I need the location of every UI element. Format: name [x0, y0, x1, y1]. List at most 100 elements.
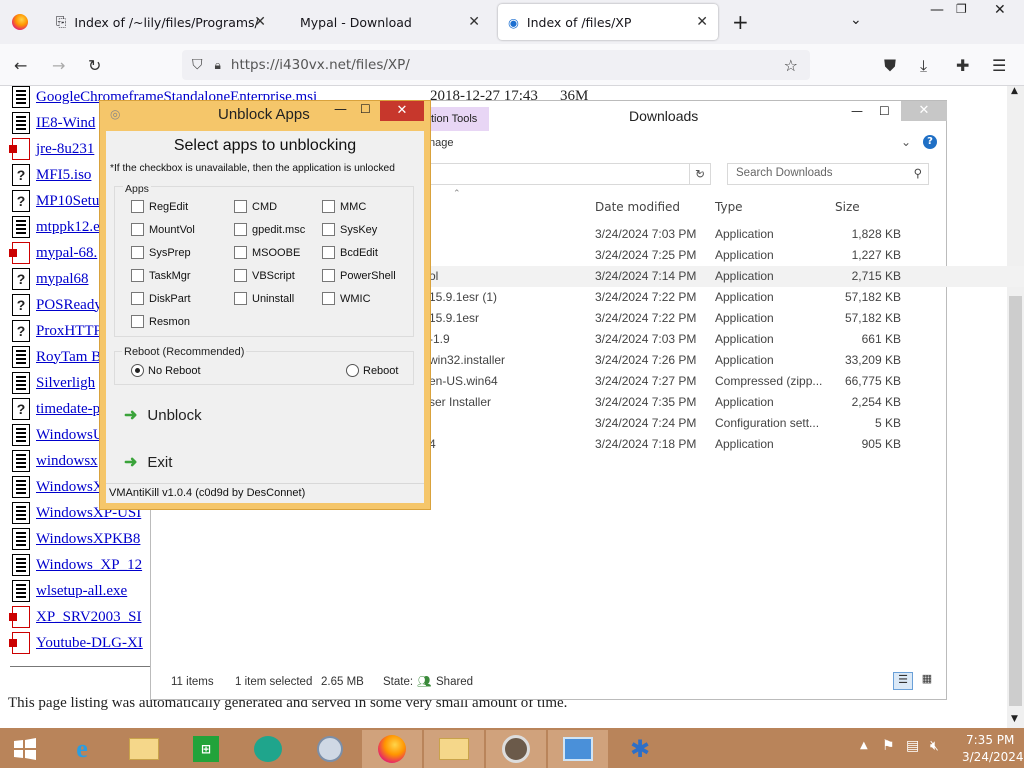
ribbon-expand-chevron-icon[interactable]: ⌄ [901, 135, 911, 149]
file-link[interactable]: ProxHTTP [36, 323, 102, 340]
search-downloads-input[interactable]: Search Downloads ⚲ [727, 163, 929, 185]
close-window-icon[interactable]: ✕ [994, 2, 1006, 18]
url-bar[interactable]: ⛉ 🔒︎ https://i430vx.net/files/XP/ ☆ [182, 50, 810, 80]
downloads-icon[interactable]: ⤓ [920, 56, 927, 76]
firefox-icon[interactable] [12, 14, 28, 30]
file-row[interactable]: win32.installer 3/24/2024 7:26 PM Applicat… [421, 350, 1024, 371]
large-icons-view-icon[interactable]: ▦ [917, 672, 937, 690]
scroll-down-icon[interactable]: ▼ [1011, 714, 1018, 724]
file-link[interactable]: mypal-68. [36, 245, 97, 262]
app-checkbox[interactable]: DiskPart [131, 292, 191, 305]
url-text[interactable]: https://i430vx.net/files/XP/ [231, 57, 410, 73]
clock-time[interactable]: 7:35 PM [966, 733, 1014, 747]
app-checkbox[interactable]: WMIC [322, 292, 371, 305]
minimize-icon[interactable]: — [851, 104, 863, 118]
pocket-icon[interactable]: ⛊ [884, 56, 896, 76]
explorer-taskbar-icon[interactable] [424, 730, 484, 768]
file-row[interactable]: 15.9.1esr (1) 3/24/2024 7:22 PM Applicatio… [421, 287, 1024, 308]
minimize-icon[interactable]: — [334, 102, 347, 117]
network-icon[interactable]: ▤ [906, 738, 919, 754]
file-row[interactable]: 15.9.1esr 3/24/2024 7:22 PM Application 57,… [421, 308, 1024, 329]
app-checkbox[interactable]: SysKey [322, 223, 377, 236]
column-date-modified[interactable]: Date modified [595, 200, 680, 214]
file-row[interactable]: ol 3/24/2024 7:14 PM Application 2,715 KB [421, 266, 1024, 287]
column-type[interactable]: Type [715, 200, 743, 214]
dialog-close-icon[interactable]: ✕ [380, 101, 424, 121]
ribbon-tab-app-tools[interactable]: tion Tools [429, 107, 489, 131]
app-checkbox[interactable]: Uninstall [234, 292, 294, 305]
close-tab-icon[interactable]: ✕ [468, 14, 480, 30]
raccoon-app-icon[interactable] [486, 730, 546, 768]
file-link[interactable]: Youtube-DLG-XI [36, 635, 143, 652]
column-size[interactable]: Size [835, 200, 860, 214]
file-row[interactable]: 3/24/2024 7:03 PM Application 1,828 KB [421, 224, 1024, 245]
file-row[interactable]: 4 3/24/2024 7:18 PM Application 905 KB [421, 434, 1024, 455]
file-link[interactable]: mypal68 [36, 271, 89, 288]
tab-list-chevron-icon[interactable]: ⌄ [850, 12, 862, 28]
minimize-icon[interactable]: — [930, 2, 944, 18]
file-link[interactable]: WindowsXPKB8 [36, 531, 140, 548]
file-link[interactable]: WindowsX [36, 479, 104, 496]
file-row[interactable]: 3/24/2024 7:25 PM Application 1,227 KB [421, 245, 1024, 266]
file-link[interactable]: RoyTam B [36, 349, 101, 366]
file-link[interactable]: mtppk12.e [36, 219, 100, 236]
forward-icon[interactable]: → [52, 56, 65, 75]
tab-files-xp[interactable]: ◉ Index of /files/XP ✕ [498, 4, 718, 40]
file-link[interactable]: windowsx [36, 453, 98, 470]
clock-date[interactable]: 3/24/2024 [962, 750, 1024, 764]
file-link[interactable]: MP10Setu [36, 193, 99, 210]
app-checkbox[interactable]: Resmon [131, 315, 190, 328]
app-checkbox[interactable]: MSOOBE [234, 246, 300, 259]
close-tab-icon[interactable]: ✕ [254, 14, 266, 30]
file-row[interactable]: en-US.win64 3/24/2024 7:27 PM Compressed (… [421, 371, 1024, 392]
tab-mypal[interactable]: Mypal - Download ✕ [290, 4, 490, 40]
extensions-icon[interactable]: ✚ [956, 56, 969, 75]
file-row[interactable]: 3/24/2024 7:24 PM Configuration sett... 5 … [421, 413, 1024, 434]
file-link[interactable]: IE8-Wind [36, 115, 95, 132]
app-checkbox[interactable]: TaskMgr [131, 269, 191, 282]
messenger-icon[interactable] [238, 730, 298, 768]
exit-button[interactable]: ➜ Exit [124, 452, 172, 472]
file-link[interactable]: MFI5.iso [36, 167, 91, 184]
reboot-radio[interactable]: Reboot [346, 364, 398, 377]
app-checkbox[interactable]: SysPrep [131, 246, 191, 259]
tab-programs[interactable]: ⎘ Index of /~lily/files/Programs/ ✕ [46, 4, 276, 40]
app-checkbox[interactable]: PowerShell [322, 269, 396, 282]
store-icon[interactable]: ⊞ [176, 730, 236, 768]
address-bar[interactable]: ⌄ [411, 163, 711, 185]
start-button[interactable] [0, 730, 50, 768]
maximize-icon[interactable]: ☐ [879, 104, 890, 118]
maximize-icon[interactable]: ☐ [360, 102, 371, 116]
file-link[interactable]: WindowsU [36, 427, 104, 444]
app-checkbox[interactable]: VBScript [234, 269, 295, 282]
file-row[interactable]: -1.9 3/24/2024 7:03 PM Application 661 KB [421, 329, 1024, 350]
maximize-icon[interactable]: ❐ [956, 2, 967, 16]
reload-icon[interactable]: ↻ [88, 56, 101, 75]
file-link[interactable]: timedate-p [36, 401, 100, 418]
firefox-taskbar-icon[interactable] [362, 730, 422, 768]
ribbon-manage-label[interactable]: nage [429, 137, 453, 149]
app-checkbox[interactable]: MountVol [131, 223, 195, 236]
new-tab-icon[interactable]: + [732, 10, 749, 34]
app-checkbox[interactable]: BcdEdit [322, 246, 378, 259]
media-player-icon[interactable] [300, 730, 360, 768]
close-window-icon[interactable]: ✕ [901, 101, 947, 121]
control-panel-icon[interactable] [548, 730, 608, 768]
internet-explorer-icon[interactable]: e [52, 730, 112, 768]
flag-icon[interactable]: ⚑ [882, 738, 895, 754]
app-checkbox[interactable]: RegEdit [131, 200, 188, 213]
details-view-icon[interactable]: ☰ [893, 672, 913, 690]
file-link[interactable]: Windows_XP_12 [36, 557, 142, 574]
file-link[interactable]: XP_SRV2003_SI [36, 609, 142, 626]
shield-icon[interactable]: ⛉ [192, 57, 203, 73]
close-tab-icon[interactable]: ✕ [696, 14, 708, 30]
volume-muted-icon[interactable]: 🔇︎ [930, 738, 939, 754]
file-row[interactable]: ser Installer 3/24/2024 7:35 PM Applicatio… [421, 392, 1024, 413]
app-checkbox[interactable]: MMC [322, 200, 366, 213]
scroll-up-icon[interactable]: ▲ [1011, 86, 1018, 96]
file-link[interactable]: jre-8u231 [36, 141, 94, 158]
file-explorer-icon[interactable] [114, 730, 174, 768]
back-icon[interactable]: ← [14, 56, 27, 75]
file-link[interactable]: Silverligh [36, 375, 95, 392]
no-reboot-radio[interactable]: No Reboot [131, 364, 201, 377]
